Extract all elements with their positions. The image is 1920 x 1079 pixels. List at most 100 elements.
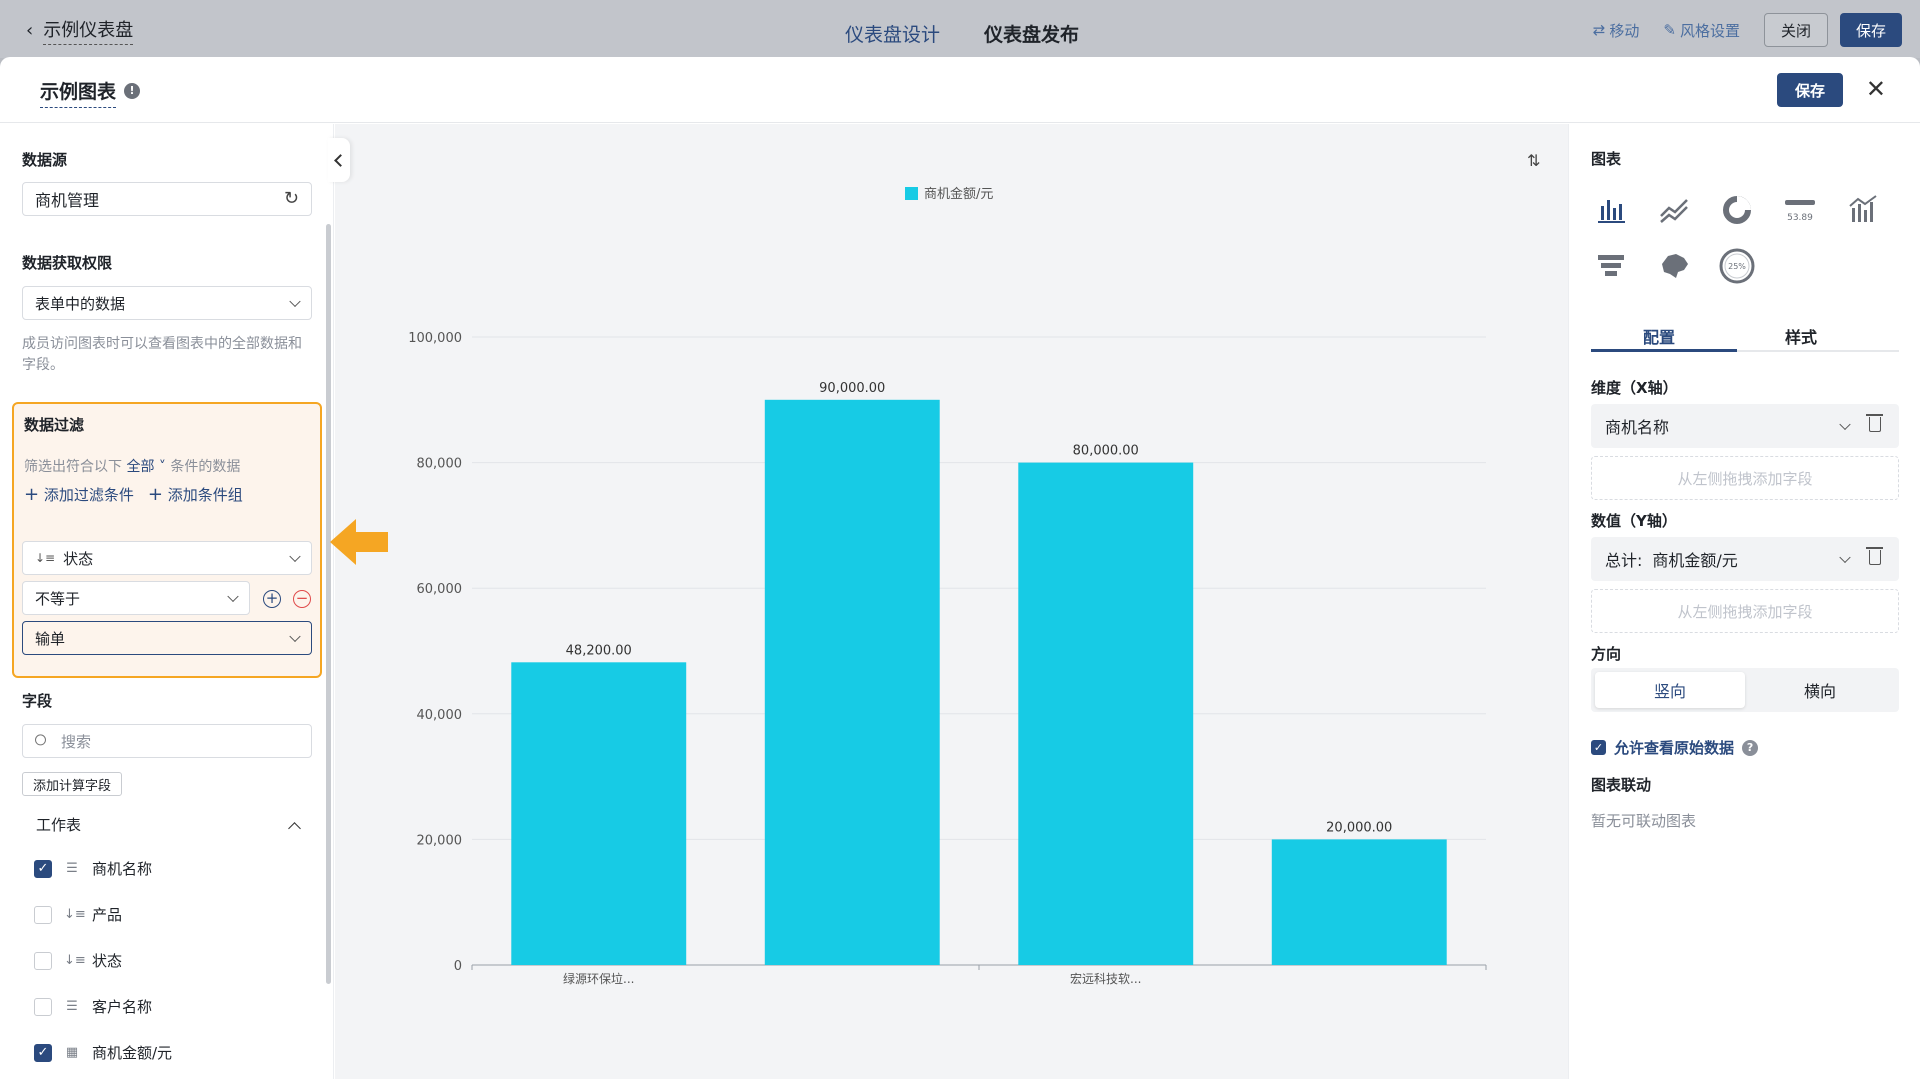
left-scrollbar[interactable]: [326, 224, 331, 984]
line-chart-icon[interactable]: [1654, 190, 1694, 230]
active-tab-indicator: [1591, 349, 1737, 352]
permission-select[interactable]: 表单中的数据: [22, 286, 312, 320]
chevron-up-icon[interactable]: [288, 822, 301, 835]
remove-condition-icon[interactable]: −: [293, 590, 311, 608]
gauge-chart-icon[interactable]: 25%: [1717, 246, 1757, 286]
tab-config[interactable]: 配置: [1643, 324, 1675, 348]
checkbox[interactable]: ✓: [34, 1043, 52, 1062]
datasource-field[interactable]: 商机管理 ↻: [22, 182, 312, 216]
map-chart-icon[interactable]: [1654, 246, 1694, 286]
value-prefix: 总计:: [1605, 551, 1643, 570]
refresh-icon[interactable]: ↻: [284, 188, 299, 209]
sort-toggle-icon[interactable]: ⇅: [1527, 151, 1540, 170]
filter-desc-pre: 筛选出符合以下: [24, 459, 122, 475]
plus-icon: +: [147, 484, 163, 505]
filter-field-value: 状态: [63, 549, 94, 568]
tab-design[interactable]: 仪表盘设计: [845, 20, 940, 47]
field-item[interactable]: ↓≡ 产品: [34, 904, 122, 925]
dimension-field[interactable]: 商机名称: [1591, 404, 1899, 448]
info-icon[interactable]: !: [124, 83, 140, 99]
legend-label: 商机金额/元: [924, 186, 993, 202]
checkbox[interactable]: ✓: [1591, 740, 1606, 755]
bar-chart: 商机金额/元 0 20,000 40,000 60,000 80,000 100,000 48…: [408, 186, 1487, 986]
bar: [764, 399, 940, 965]
left-panel: 数据源 商机管理 ↻ 数据获取权限 表单中的数据 成员访问图表时可以查看图表中的…: [0, 124, 334, 1079]
field-item[interactable]: ☰ 客户名称: [34, 996, 152, 1017]
filter-operator-select[interactable]: 不等于: [22, 581, 250, 615]
direction-vertical-option[interactable]: 竖向: [1595, 672, 1745, 708]
chevron-down-icon: [289, 630, 301, 643]
add-calc-field-button[interactable]: 添加计算字段: [22, 772, 123, 796]
style-settings-label: 风格设置: [1679, 21, 1740, 40]
tab-style[interactable]: 样式: [1785, 324, 1817, 348]
allow-raw-data-option[interactable]: ✓ 允许查看原始数据 ?: [1591, 737, 1759, 758]
field-search-input[interactable]: 搜索: [22, 724, 312, 758]
help-icon[interactable]: ?: [1742, 739, 1759, 756]
add-condition-icon[interactable]: +: [263, 590, 281, 608]
add-group-label: 添加条件组: [167, 486, 243, 504]
move-button[interactable]: ⇄ 移动: [1593, 20, 1640, 41]
allow-raw-label: 允许查看原始数据: [1614, 739, 1735, 757]
direction-horizontal-option[interactable]: 横向: [1745, 672, 1895, 708]
y-tick-label: 100,000: [408, 331, 462, 346]
close-button[interactable]: 关闭: [1763, 13, 1828, 47]
permission-hint: 成员访问图表时可以查看图表中的全部数据和字段。: [22, 336, 302, 373]
top-save-button[interactable]: 保存: [1839, 13, 1902, 47]
filter-desc-post: 条件的数据: [170, 459, 241, 475]
checkbox[interactable]: [34, 951, 52, 970]
sort-icon: ↓≡: [64, 907, 86, 922]
filter-mode-value: 全部: [126, 459, 155, 475]
field-label: 产品: [92, 906, 123, 924]
filter-mode-select[interactable]: 全部 ˅: [126, 459, 165, 475]
tab-publish[interactable]: 仪表盘发布: [984, 20, 1079, 47]
bar-value-label: 80,000.00: [1073, 444, 1139, 459]
chevron-left-icon: ‹: [26, 20, 34, 41]
filter-field-select[interactable]: ↓≡ 状态: [22, 541, 312, 575]
permission-value: 表单中的数据: [35, 294, 126, 313]
pie-chart-icon[interactable]: [1717, 190, 1757, 230]
trash-icon[interactable]: [1866, 414, 1883, 432]
trash-icon[interactable]: [1866, 547, 1883, 565]
chart-title[interactable]: 示例图表: [40, 77, 117, 108]
linkage-empty-text: 暂无可联动图表: [1591, 812, 1697, 830]
direction-toggle: 竖向 横向: [1591, 668, 1899, 712]
field-item[interactable]: ✓ ☰ 商机名称: [34, 858, 152, 879]
field-item[interactable]: ✓ ▦ 商机金额/元: [34, 1042, 172, 1063]
legend-swatch: [905, 187, 918, 200]
bar-value-label: 20,000.00: [1326, 820, 1392, 835]
bar-chart-icon[interactable]: [1591, 190, 1631, 230]
checkbox[interactable]: [34, 905, 52, 924]
add-filter-button[interactable]: + 添加过滤条件: [24, 484, 134, 505]
dimension-value: 商机名称: [1605, 418, 1670, 437]
value-label: 数值（Y轴）: [1591, 512, 1677, 530]
permission-label: 数据获取权限: [22, 254, 113, 272]
card-value-icon[interactable]: 53.89: [1780, 190, 1820, 230]
style-settings-button[interactable]: ✎ 风格设置: [1663, 20, 1740, 41]
x-tick-label: 宏远科技软...: [1070, 971, 1141, 986]
datasource-value: 商机管理: [35, 191, 100, 210]
dimension-dropzone[interactable]: 从左侧拖拽添加字段: [1591, 456, 1899, 500]
data-filter-section: 数据过滤 筛选出符合以下 全部 ˅ 条件的数据 + 添加过滤条件 + 添加条件组…: [12, 402, 322, 678]
text-icon: ☰: [66, 861, 78, 876]
value-value: 商机金额/元: [1652, 551, 1738, 570]
fields-label: 字段: [22, 692, 53, 710]
direction-label: 方向: [1591, 645, 1622, 663]
value-field[interactable]: 总计: 商机金额/元: [1591, 537, 1899, 581]
checkbox[interactable]: [34, 997, 52, 1016]
value-dropzone[interactable]: 从左侧拖拽添加字段: [1591, 589, 1899, 633]
chevron-down-icon[interactable]: [1839, 418, 1851, 431]
y-tick-label: 0: [454, 959, 462, 974]
modal-save-button[interactable]: 保存: [1777, 73, 1843, 107]
funnel-chart-icon[interactable]: [1591, 246, 1631, 286]
add-group-button[interactable]: + 添加条件组: [148, 484, 243, 505]
y-tick-label: 40,000: [417, 708, 463, 723]
chevron-down-icon[interactable]: [1839, 551, 1851, 564]
checkbox[interactable]: ✓: [34, 859, 52, 878]
field-item[interactable]: ↓≡ 状态: [34, 950, 122, 971]
collapse-left-panel-button[interactable]: [328, 138, 350, 182]
combo-chart-icon[interactable]: [1843, 190, 1883, 230]
close-icon[interactable]: ✕: [1866, 77, 1886, 101]
filter-value-select[interactable]: 输单: [22, 621, 312, 655]
back-button[interactable]: ‹ 示例仪表盘: [26, 16, 134, 45]
field-label: 状态: [92, 952, 123, 970]
